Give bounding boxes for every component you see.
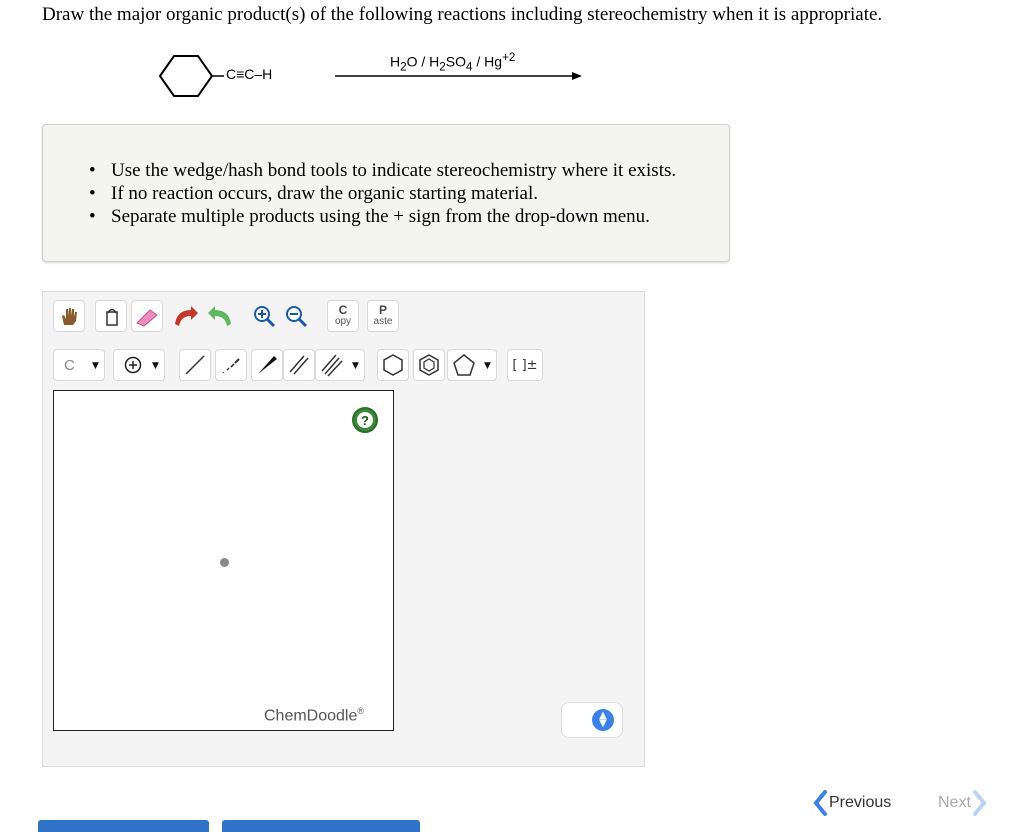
cyclohexane-icon <box>383 354 403 376</box>
chemdoodle-editor: C opy P aste C ▼ ▼ ▼ ▼ [ ]± ? ChemDoodle… <box>42 291 645 767</box>
chemdoodle-logo: ChemDoodle® <box>264 706 365 725</box>
paste-label-small: aste <box>373 316 393 327</box>
next-button[interactable]: Next <box>938 790 987 816</box>
chevron-down-icon: ▼ <box>92 361 99 371</box>
alkyne-substituent: C≡C–H <box>226 66 273 82</box>
hand-tool-button[interactable] <box>53 300 85 332</box>
reaction-scheme: C≡C–H H2O / H2SO4 / Hg+2 <box>150 48 600 108</box>
cyclopentane-ring-button[interactable]: ▼ <box>447 349 497 381</box>
charge-button[interactable]: ▼ <box>113 349 165 381</box>
cyclopentane-icon <box>453 354 475 376</box>
instructions-list: Use the wedge/hash bond tools to indicat… <box>89 159 676 228</box>
zoom-in-button[interactable] <box>248 300 280 332</box>
previous-button[interactable]: Previous <box>813 790 891 816</box>
question-text: Draw the major organic product(s) of the… <box>42 4 883 25</box>
instructions-box: Use the wedge/hash bond tools to indicat… <box>42 124 730 262</box>
undo-button[interactable] <box>169 300 201 332</box>
next-label: Next <box>938 794 971 811</box>
zoom-out-button[interactable] <box>280 300 312 332</box>
lasso-tool-button[interactable] <box>95 300 127 332</box>
zoom-in-icon <box>254 306 276 328</box>
paste-label-big: P <box>378 303 387 317</box>
instruction-item: If no reaction occurs, draw the organic … <box>89 182 676 205</box>
help-button[interactable]: ? <box>352 407 378 433</box>
chevron-right-icon <box>972 790 987 816</box>
bracket-button[interactable]: [ ]± <box>507 349 543 381</box>
copy-label-small: opy <box>334 316 352 327</box>
canvas-dot <box>220 558 229 567</box>
chevron-down-icon: ▼ <box>484 361 491 371</box>
previous-label: Previous <box>829 794 892 811</box>
up-down-chevron-icon[interactable]: ▲ ▼ <box>592 709 614 731</box>
single-bond-icon <box>185 355 205 375</box>
eraser-tool-button[interactable] <box>131 300 163 332</box>
hash-bond-icon <box>222 358 240 374</box>
copy-label-big: C <box>338 303 348 317</box>
lasso-icon <box>106 308 118 326</box>
redo-button[interactable] <box>205 300 237 332</box>
triple-bond-button[interactable]: ▼ <box>315 349 365 381</box>
chevron-down-icon: ▼ <box>152 361 159 371</box>
hand-icon <box>62 308 77 325</box>
double-bond-icon <box>289 355 309 375</box>
wedge-bond-icon <box>258 356 277 374</box>
question-icon: ? <box>357 412 373 428</box>
paste-button[interactable]: P aste <box>367 300 399 332</box>
charge-plus-icon <box>124 356 142 374</box>
bottom-action-button[interactable] <box>222 820 420 832</box>
cyclohexane-ring-button[interactable] <box>377 349 409 381</box>
undo-icon <box>175 306 198 326</box>
redo-icon <box>208 306 231 326</box>
instruction-item: Use the wedge/hash bond tools to indicat… <box>89 159 676 182</box>
chevron-left-icon <box>813 790 827 816</box>
zoom-out-icon <box>286 306 308 328</box>
drawing-canvas[interactable]: ? ChemDoodle® <box>53 390 394 731</box>
cyclohexane-ring <box>158 55 582 97</box>
triple-bond-icon <box>321 354 343 377</box>
benzene-ring-button[interactable] <box>413 349 445 381</box>
copy-button[interactable]: C opy <box>327 300 359 332</box>
product-stepper[interactable]: ▲ ▼ <box>561 702 623 738</box>
double-bond-button[interactable] <box>283 349 315 381</box>
eraser-icon <box>136 309 158 327</box>
atom-label-button[interactable]: C ▼ <box>53 349 105 381</box>
bottom-action-button[interactable] <box>38 820 209 832</box>
instruction-item: Separate multiple products using the + s… <box>89 205 676 228</box>
single-bond-button[interactable] <box>179 349 211 381</box>
benzene-icon <box>419 354 439 376</box>
wedge-bond-button[interactable] <box>251 349 283 381</box>
bracket-icon: [ ]± <box>512 357 538 373</box>
hash-bond-button[interactable] <box>215 349 247 381</box>
atom-label: C <box>64 356 75 374</box>
reagent-label: H2O / H2SO4 / Hg+2 <box>390 51 516 74</box>
chevron-down-icon: ▼ <box>352 361 359 371</box>
